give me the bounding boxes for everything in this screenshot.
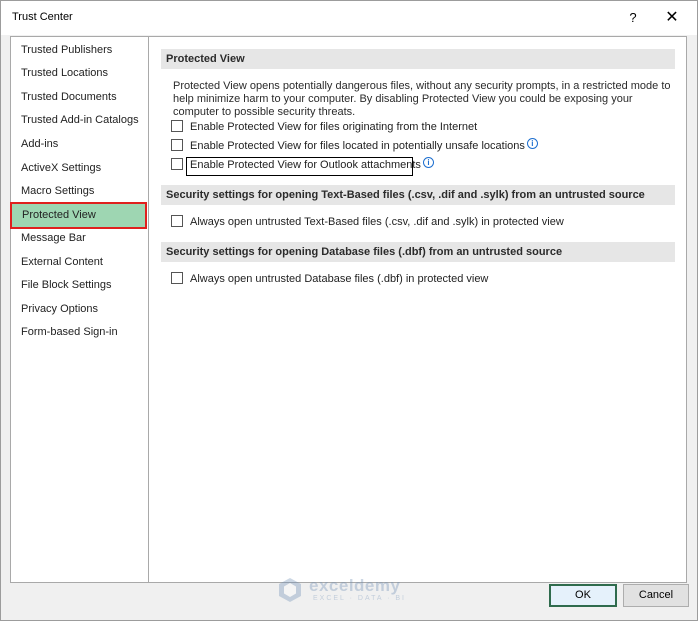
protected-view-header: Protected View xyxy=(161,49,675,69)
trust-center-dialog: Trust Center ? ✕ Trusted Publishers Trus… xyxy=(0,0,698,621)
nav-item-message-bar[interactable]: Message Bar xyxy=(11,227,148,250)
info-icon[interactable]: i xyxy=(422,157,434,168)
window-title: Trust Center xyxy=(12,11,73,23)
close-button[interactable]: ✕ xyxy=(659,7,685,29)
title-bar: Trust Center ? ✕ xyxy=(1,1,697,35)
protected-view-description: Protected View opens potentially dangero… xyxy=(173,80,671,118)
watermark-name: exceldemy xyxy=(309,576,401,595)
cancel-button[interactable]: Cancel xyxy=(623,584,689,607)
database-header: Security settings for opening Database f… xyxy=(161,242,675,262)
settings-panel: Protected View Protected View opens pote… xyxy=(148,36,687,583)
nav-item-addins[interactable]: Add-ins xyxy=(11,133,148,156)
checkbox-outlook-attachments[interactable] xyxy=(171,158,183,170)
option-database-files[interactable]: Always open untrusted Database files (.d… xyxy=(171,271,488,287)
checkbox-database-files[interactable] xyxy=(171,272,183,284)
nav-item-activex-settings[interactable]: ActiveX Settings xyxy=(11,157,148,180)
option-internet-files[interactable]: Enable Protected View for files originat… xyxy=(171,119,477,135)
nav-item-privacy-options[interactable]: Privacy Options xyxy=(11,298,148,321)
option-text-based-files[interactable]: Always open untrusted Text-Based files (… xyxy=(171,214,564,230)
nav-item-trusted-documents[interactable]: Trusted Documents xyxy=(11,86,148,109)
exceldemy-watermark: exceldemy EXCEL · DATA · BI xyxy=(277,575,427,607)
nav-item-trusted-addin-catalogs[interactable]: Trusted Add-in Catalogs xyxy=(11,109,148,132)
watermark-tagline: EXCEL · DATA · BI xyxy=(313,595,406,602)
nav-item-protected-view[interactable]: Protected View xyxy=(10,202,147,229)
exceldemy-logo-icon xyxy=(279,578,301,602)
info-icon[interactable]: i xyxy=(526,138,538,149)
nav-item-macro-settings[interactable]: Macro Settings xyxy=(11,180,148,203)
nav-item-trusted-publishers[interactable]: Trusted Publishers xyxy=(11,39,148,62)
ok-button[interactable]: OK xyxy=(549,584,617,607)
nav-item-external-content[interactable]: External Content xyxy=(11,251,148,274)
option-internet-files-label: Enable Protected View for files originat… xyxy=(190,121,478,133)
nav-item-trusted-locations[interactable]: Trusted Locations xyxy=(11,62,148,85)
option-unsafe-locations-label: Enable Protected View for files located … xyxy=(190,140,525,152)
option-unsafe-locations[interactable]: Enable Protected View for files located … xyxy=(171,138,538,154)
checkbox-internet-files[interactable] xyxy=(171,120,183,132)
checkbox-unsafe-locations[interactable] xyxy=(171,139,183,151)
checkbox-text-based-files[interactable] xyxy=(171,215,183,227)
help-button[interactable]: ? xyxy=(621,7,645,29)
focus-rectangle xyxy=(186,157,413,176)
option-text-based-files-label: Always open untrusted Text-Based files (… xyxy=(190,216,564,228)
category-list: Trusted Publishers Trusted Locations Tru… xyxy=(10,36,149,583)
option-database-files-label: Always open untrusted Database files (.d… xyxy=(190,273,489,285)
nav-item-form-based-sign-in[interactable]: Form-based Sign-in xyxy=(11,321,148,344)
nav-item-file-block-settings[interactable]: File Block Settings xyxy=(11,274,148,297)
text-based-header: Security settings for opening Text-Based… xyxy=(161,185,675,205)
